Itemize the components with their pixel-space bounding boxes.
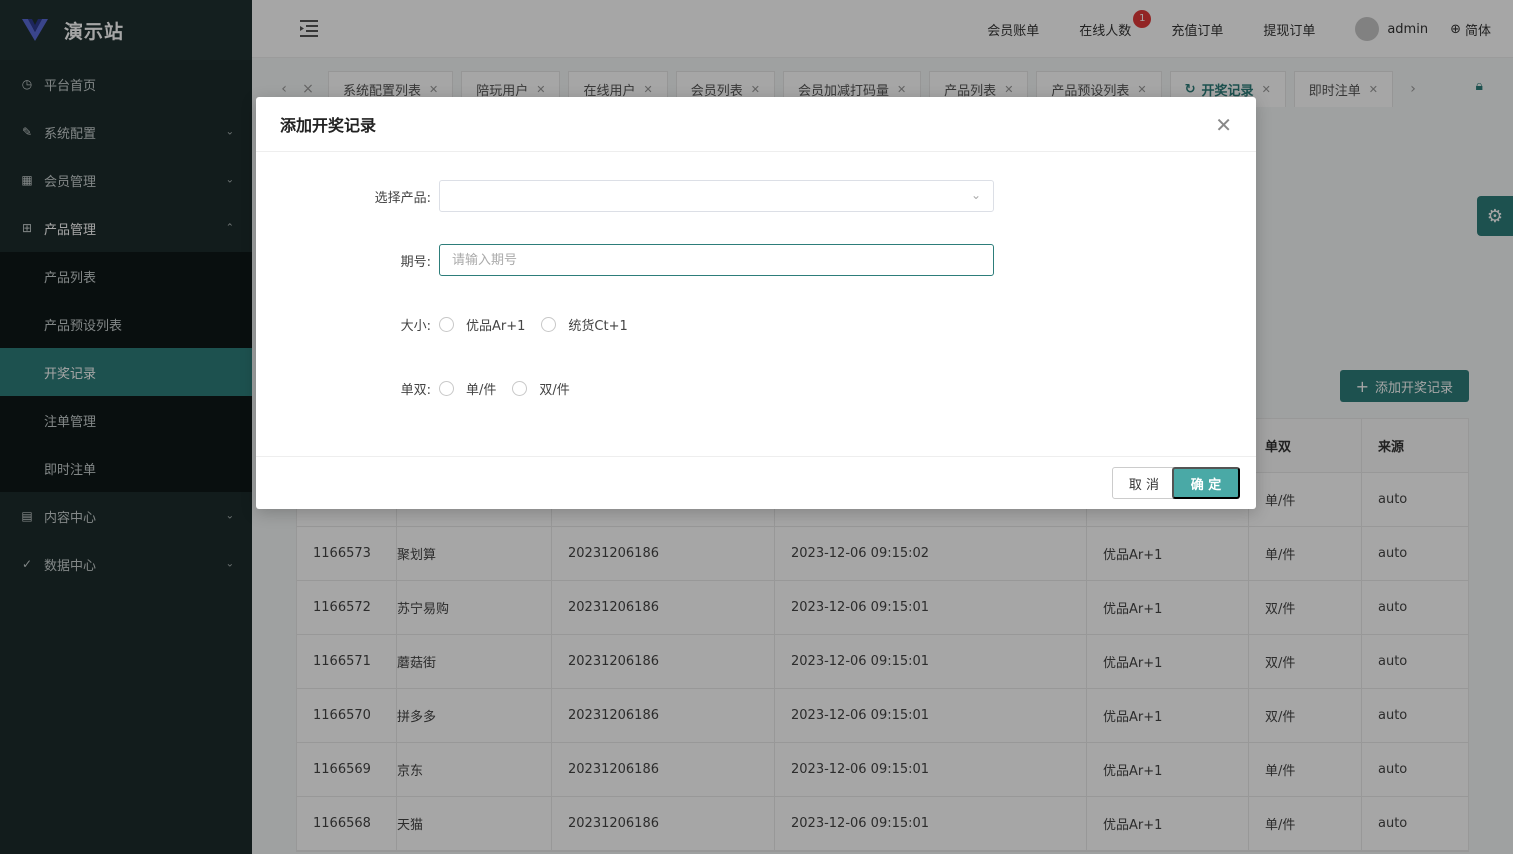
product-label: 选择产品: <box>374 190 431 206</box>
dialog-header: 添加开奖记录 ✕ <box>256 97 1256 152</box>
product-select[interactable]: ⌄ <box>439 180 994 212</box>
radio-label: 单/件 <box>466 382 497 398</box>
period-input[interactable] <box>439 244 994 276</box>
cancel-button[interactable]: 取 消 <box>1112 467 1176 499</box>
confirm-button[interactable]: 确 定 <box>1172 467 1240 499</box>
period-row: 期号: <box>256 244 1256 276</box>
radio-label: 优品Ar+1 <box>466 318 526 334</box>
parity-radio-even[interactable]: 双/件 <box>512 379 570 398</box>
period-label: 期号: <box>400 254 431 270</box>
size-row: 大小: 优品Ar+1 统货Ct+1 <box>256 308 1256 340</box>
parity-radio-odd[interactable]: 单/件 <box>439 379 496 398</box>
radio-circle <box>439 380 454 396</box>
close-icon[interactable]: ✕ <box>1215 113 1232 137</box>
parity-row: 单双: 单/件 双/件 <box>256 372 1256 404</box>
radio-circle <box>541 316 557 332</box>
radio-label: 双/件 <box>539 382 570 398</box>
radio-circle <box>512 380 528 396</box>
size-label: 大小: <box>400 318 431 334</box>
chevron-down-icon: ⌄ <box>970 188 981 202</box>
product-row: 选择产品: ⌄ <box>256 180 1256 212</box>
size-radio-standard[interactable]: 统货Ct+1 <box>541 315 628 334</box>
dialog-footer: 取 消 确 定 <box>256 456 1256 509</box>
size-radio-premium[interactable]: 优品Ar+1 <box>439 315 525 334</box>
dialog-title: 添加开奖记录 <box>280 116 377 135</box>
add-record-dialog: 添加开奖记录 ✕ 选择产品: ⌄ 期号: 大小: 优品Ar+1 统货Ct+1 单… <box>256 97 1256 509</box>
radio-circle <box>439 316 454 332</box>
parity-label: 单双: <box>400 382 431 398</box>
radio-label: 统货Ct+1 <box>568 318 628 334</box>
